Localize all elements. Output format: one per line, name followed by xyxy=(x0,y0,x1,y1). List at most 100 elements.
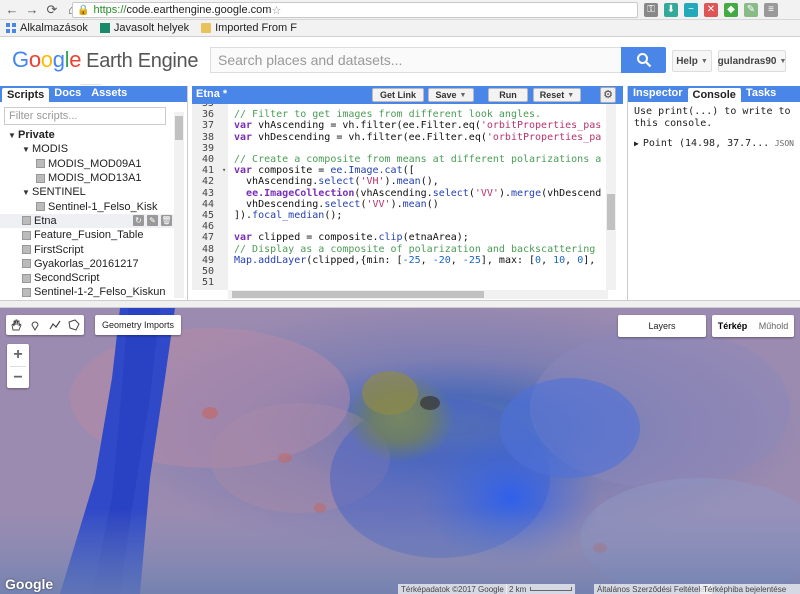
app-header: Google Earth Engine Search places and dat… xyxy=(0,38,800,84)
map-type-map[interactable]: Térkép xyxy=(712,321,753,331)
report-map-error-link[interactable]: Térképhiba bejelentése xyxy=(700,584,800,594)
filter-scripts-input[interactable]: Filter scripts... xyxy=(4,107,166,125)
search-icon xyxy=(636,53,651,68)
bookmark-javasolt[interactable]: Javasolt helyek xyxy=(99,22,189,34)
account-button[interactable]: gulandras90 ▼ xyxy=(718,50,786,72)
code-token: (), xyxy=(420,176,439,188)
wave-extension-icon[interactable]: ~ xyxy=(684,3,698,17)
code-area[interactable]: 35363738394041▾42434445464748495051 // F… xyxy=(192,104,606,290)
search-button[interactable] xyxy=(621,47,666,73)
tree-file-mod13a1[interactable]: MODIS_MOD13A1 xyxy=(0,171,174,185)
tree-folder-modis[interactable]: ▼ MODIS xyxy=(0,142,174,156)
delete-trash-icon[interactable]: 🗑 xyxy=(161,215,172,227)
tree-file-feature-fusion[interactable]: Feature_Fusion_Table xyxy=(0,228,174,242)
map-type-satellite[interactable]: Műhold xyxy=(753,321,794,331)
code-line[interactable]: // Create a composite from means at diff… xyxy=(234,154,601,165)
expand-triangle-icon[interactable]: ▼ xyxy=(22,188,32,197)
layers-button[interactable]: Layers xyxy=(618,315,706,337)
tree-file-sentinel12[interactable]: Sentinel-1-2_Felso_Kiskun xyxy=(0,285,174,299)
share-icon[interactable]: ↻ xyxy=(133,215,144,227)
code-line[interactable]: // Filter to get images from different l… xyxy=(234,109,541,120)
expand-triangle-icon[interactable]: ▼ xyxy=(22,145,32,154)
evernote-extension-icon[interactable]: ✎ xyxy=(744,3,758,17)
terms-link[interactable]: Általános Szerződési Feltételek xyxy=(594,584,712,594)
line-number: 42 xyxy=(201,176,214,188)
pan-hand-icon[interactable] xyxy=(9,318,23,332)
google-earth-engine-logo[interactable]: Google Earth Engine xyxy=(12,47,199,73)
tree-file-firstscript[interactable]: FirstScript xyxy=(0,242,174,256)
fold-toggle-icon[interactable]: ▾ xyxy=(222,166,226,174)
google-maps-logo[interactable]: Google xyxy=(5,576,53,592)
run-button[interactable]: Run xyxy=(488,88,528,102)
code-line[interactable]: var vhDescending = vh.filter(ee.Filter.e… xyxy=(234,132,601,143)
panel-splitter[interactable] xyxy=(0,300,800,308)
line-draw-icon[interactable] xyxy=(48,318,62,332)
editor-horizontal-scrollbar[interactable] xyxy=(228,290,608,299)
scrollbar-thumb[interactable] xyxy=(607,194,615,230)
point-marker-icon[interactable] xyxy=(28,318,42,332)
tab-docs[interactable]: Docs xyxy=(49,86,86,102)
search-input[interactable]: Search places and datasets... xyxy=(210,47,622,73)
map-type-toggle: Térkép Műhold xyxy=(712,315,794,337)
tree-file-etna[interactable]: Etna ↻ ✎ 🗑 xyxy=(0,213,174,229)
tab-assets[interactable]: Assets xyxy=(86,86,132,102)
menu-icon[interactable]: ≡ xyxy=(764,3,778,17)
tab-inspector[interactable]: Inspector xyxy=(628,86,688,102)
code-line[interactable]: ]).focal_median(); xyxy=(234,210,342,221)
back-icon[interactable]: ← xyxy=(4,2,20,18)
editor-vertical-scrollbar[interactable] xyxy=(606,104,616,290)
help-button[interactable]: Help ▼ xyxy=(672,50,712,72)
address-bar[interactable]: 🔒 https://code.earthengine.google.com 🔍 … xyxy=(72,2,638,83)
bookmark-imported[interactable]: Imported From F xyxy=(201,22,297,34)
tree-file-secondscript[interactable]: SecondScript xyxy=(0,271,174,285)
scrollbar-thumb[interactable] xyxy=(232,291,484,298)
rename-pencil-icon[interactable]: ✎ xyxy=(147,215,158,227)
tree-file-mod09a1[interactable]: MODIS_MOD09A1 xyxy=(0,157,174,171)
adblock-extension-icon[interactable]: ✕ xyxy=(704,3,718,17)
code-token: vhDescending = vh.filter(ee.Filter.eq( xyxy=(252,131,487,143)
scripts-scrollbar[interactable] xyxy=(174,112,184,298)
code-line[interactable]: Map.addLayer(clipped,{min: [-25, -20, -2… xyxy=(234,255,595,266)
code-line[interactable]: var composite = ee.Image.cat([ xyxy=(234,165,415,176)
expand-triangle-icon[interactable]: ▶ xyxy=(634,139,639,148)
code-token: merge xyxy=(511,187,542,199)
code-line[interactable]: ee.ImageCollection(vhAscending.select('V… xyxy=(234,188,601,199)
tree-folder-private[interactable]: ▼ Private xyxy=(0,128,174,142)
bookmark-star-icon[interactable]: ☆ xyxy=(271,4,281,17)
tab-console[interactable]: Console xyxy=(687,88,741,102)
code-line[interactable]: var clipped = composite.clip(etnaArea); xyxy=(234,232,469,243)
tree-file-gyakorlas[interactable]: Gyakorlas_20161217 xyxy=(0,257,174,271)
green-extension-icon[interactable]: ◆ xyxy=(724,3,738,17)
polygon-draw-icon[interactable] xyxy=(67,318,81,332)
tab-scripts[interactable]: Scripts xyxy=(2,88,50,102)
bookmark-apps[interactable]: Alkalmazások xyxy=(6,22,88,34)
reload-icon[interactable]: ⟳ xyxy=(44,2,60,18)
line-number: 51 xyxy=(201,277,214,289)
code-line[interactable]: var vhAscending = vh.filter(ee.Filter.eq… xyxy=(234,120,601,131)
map-view[interactable]: Geometry Imports Layers Térkép Műhold + … xyxy=(0,308,800,594)
gear-icon[interactable]: ⚙ xyxy=(600,87,616,103)
code-line[interactable]: // Display as a composite of polarizatio… xyxy=(234,244,601,255)
tree-file-sentinel1-felso[interactable]: Sentinel-1_Felso_Kisk xyxy=(0,199,174,213)
tab-tasks[interactable]: Tasks xyxy=(741,86,781,102)
code-token: var xyxy=(234,120,253,132)
expand-triangle-icon[interactable]: ▼ xyxy=(8,131,18,140)
map-scale[interactable]: 2 km xyxy=(506,584,576,594)
reset-button[interactable]: Reset ▼ xyxy=(533,88,581,102)
forward-icon[interactable]: → xyxy=(24,2,40,18)
zoom-out-button[interactable]: − xyxy=(7,367,29,389)
tree-folder-sentinel[interactable]: ▼ SENTINEL xyxy=(0,185,174,199)
json-tag[interactable]: JSON xyxy=(775,139,794,148)
scrollbar-thumb[interactable] xyxy=(175,116,183,140)
map-data-attribution: Térképadatok ©2017 Google xyxy=(398,584,507,594)
geometry-imports-button[interactable]: Geometry Imports xyxy=(95,315,181,335)
save-button[interactable]: Save ▼ xyxy=(428,88,474,102)
zoom-in-button[interactable]: + xyxy=(7,344,29,366)
lock-extension-icon[interactable]: ⚿ xyxy=(644,3,658,17)
download-extension-icon[interactable]: ⬇ xyxy=(664,3,678,17)
get-link-button[interactable]: Get Link xyxy=(372,88,424,102)
code-line[interactable]: vhAscending.select('VH').mean(), xyxy=(234,176,439,187)
console-output-item[interactable]: ▶ Point (14.98, 37.7... JSON xyxy=(628,134,800,153)
code-line[interactable]: vhDescending.select('VV').mean() xyxy=(234,199,439,210)
